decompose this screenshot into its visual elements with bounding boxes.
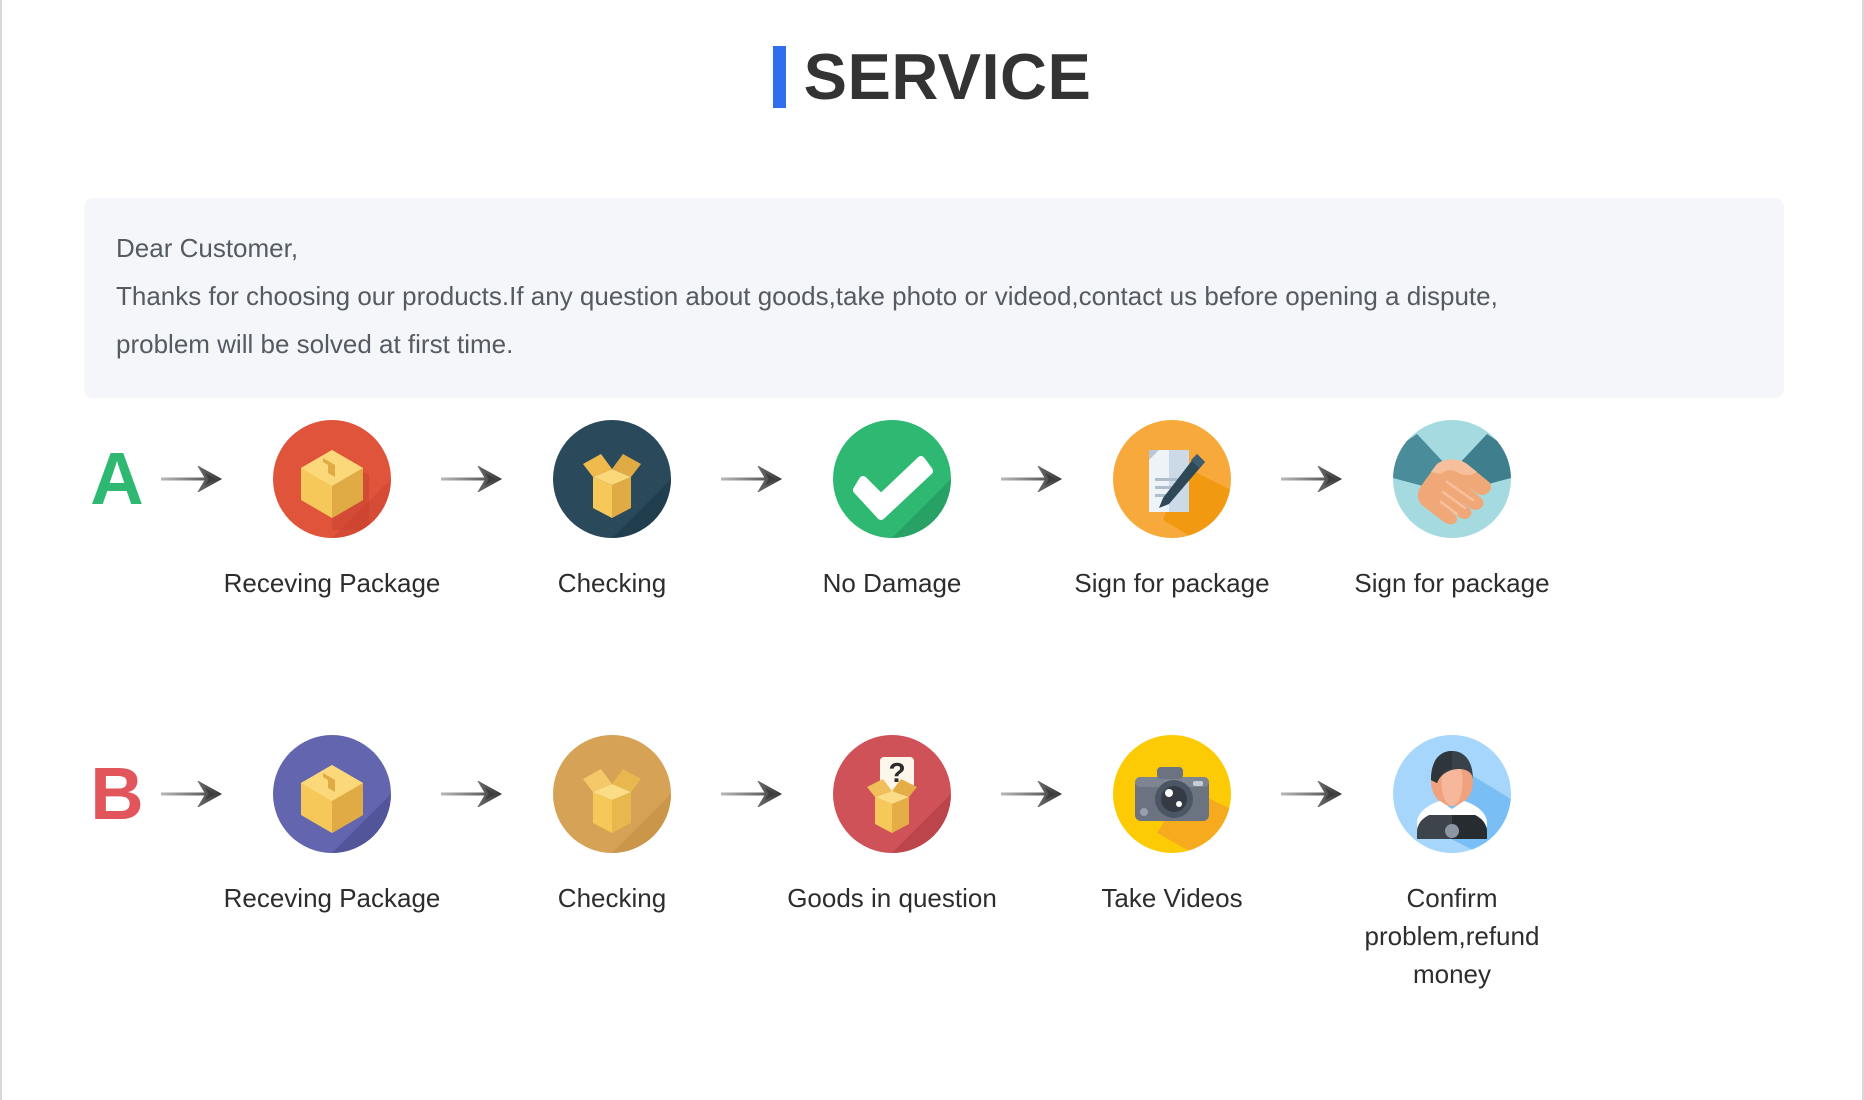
- arrow-right-icon: [430, 420, 514, 538]
- flow-step: Receving Package: [224, 735, 440, 917]
- arrow-right-icon: [430, 735, 514, 853]
- page-title: SERVICE: [2, 0, 1862, 109]
- flow-step: Confirm problem,refund money: [1354, 735, 1550, 993]
- flow-row-b: B Receving Package Checking ? Goods in q…: [84, 735, 1784, 993]
- flow-row-a: A Receving Package Checking No Damage Si…: [84, 420, 1784, 602]
- flow-step: ? Goods in question: [787, 735, 997, 917]
- flow-step: Sign for package: [1074, 420, 1270, 602]
- flow-step: Sign for package: [1354, 420, 1550, 602]
- flow-step-label: Sign for package: [1074, 568, 1270, 598]
- flow-step-label: Goods in question: [787, 883, 997, 913]
- flow-step: No Damage: [794, 420, 990, 602]
- arrow-right-icon: [1270, 735, 1354, 853]
- flow-step-label: Sign for package: [1354, 568, 1550, 598]
- flow-step: Take Videos: [1074, 735, 1270, 917]
- arrow-right-icon: [710, 735, 794, 853]
- notice-line-3: problem will be solved at first time.: [116, 329, 514, 359]
- arrow-right-icon: [990, 420, 1074, 538]
- arrow-right-icon: [710, 420, 794, 538]
- arrow-right-icon: [150, 735, 234, 853]
- page-title-text: SERVICE: [803, 40, 1092, 113]
- notice-line-1: Dear Customer,: [116, 233, 299, 263]
- flow-step: Receving Package: [224, 420, 440, 602]
- title-accent-bar: [772, 45, 786, 108]
- arrow-right-icon: [990, 735, 1074, 853]
- open-box-icon: [553, 735, 671, 853]
- flow-step-label: No Damage: [822, 568, 962, 598]
- flow-step-label: Receving Package: [223, 568, 441, 598]
- camera-icon: [1113, 735, 1231, 853]
- question-box-icon: ?: [833, 735, 951, 853]
- support-agent-icon: [1393, 735, 1511, 853]
- closed-box-icon: [273, 735, 391, 853]
- open-box-icon: [553, 420, 671, 538]
- arrow-right-icon: [150, 420, 234, 538]
- flow-step-label: Checking: [557, 568, 667, 598]
- flow-step: Checking: [514, 735, 710, 917]
- check-mark-icon: [833, 420, 951, 538]
- document-pen-icon: [1113, 420, 1231, 538]
- notice-line-2: Thanks for choosing our products.If any …: [116, 281, 1498, 311]
- service-page: SERVICE Dear Customer, Thanks for choosi…: [0, 0, 1864, 1100]
- customer-notice-box: Dear Customer, Thanks for choosing our p…: [84, 198, 1784, 398]
- flow-step-label: Take Videos: [1101, 883, 1243, 913]
- flow-step-label: Receving Package: [223, 883, 441, 913]
- closed-box-icon: [273, 420, 391, 538]
- flow-step: Checking: [514, 420, 710, 602]
- flow-step-label: Checking: [557, 883, 667, 913]
- handshake-icon: [1393, 420, 1511, 538]
- flow-badge-b: B: [90, 752, 144, 835]
- flow-badge-a: A: [90, 437, 144, 520]
- flow-step-label: Confirm problem,refund money: [1364, 883, 1540, 989]
- arrow-right-icon: [1270, 420, 1354, 538]
